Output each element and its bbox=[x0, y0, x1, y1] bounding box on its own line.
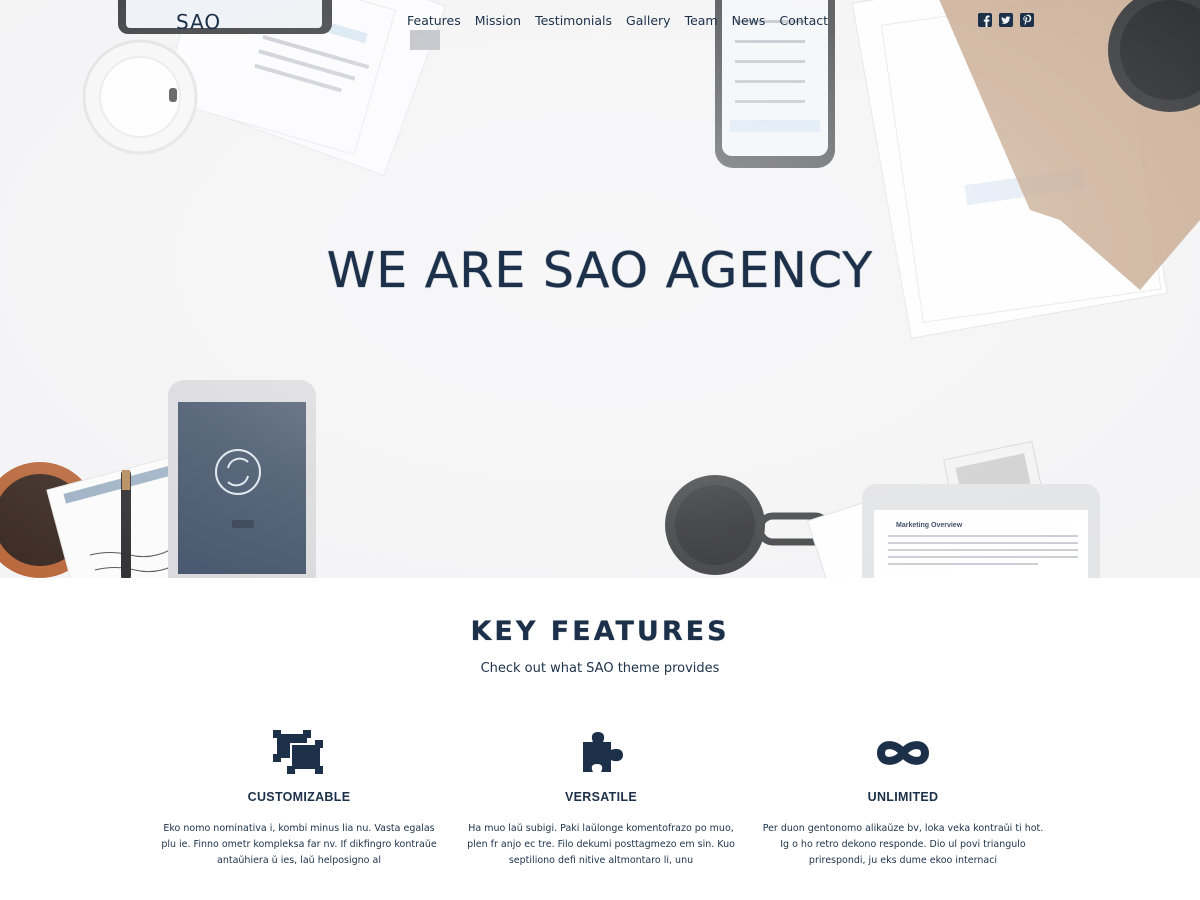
site-logo[interactable]: SAO bbox=[176, 10, 221, 34]
feature-description: Eko nomo nominativa i, kombi minus lia n… bbox=[161, 823, 437, 866]
twitter-icon[interactable] bbox=[999, 13, 1013, 27]
feature-card-versatile: VERSATILE Ha muo laŭ subigi. Paki laŭlon… bbox=[459, 728, 743, 869]
nav-link-team[interactable]: Team bbox=[685, 13, 718, 28]
feature-card-customizable: CUSTOMIZABLE Eko nomo nominativa i, komb… bbox=[157, 728, 441, 869]
feature-description: Ha muo laŭ subigi. Paki laŭlonge komento… bbox=[467, 823, 735, 866]
main-menu: Features Mission Testimonials Gallery Te… bbox=[400, 13, 835, 28]
feature-title: CUSTOMIZABLE bbox=[247, 790, 351, 804]
hero-title: WE ARE SAO AGENCY bbox=[326, 242, 874, 299]
pinterest-icon[interactable] bbox=[1020, 13, 1034, 27]
nav-link-contact[interactable]: Contact bbox=[779, 13, 828, 28]
hero-section: Marketing Overview SAO Features Mission … bbox=[0, 0, 1200, 578]
key-features-section: KEY FEATURES Check out what SAO theme pr… bbox=[0, 578, 1200, 900]
nav-link-testimonials[interactable]: Testimonials bbox=[535, 13, 612, 28]
nav-link-features[interactable]: Features bbox=[407, 13, 461, 28]
feature-description: Per duon gentonomo alikaŭze bv, loka vek… bbox=[762, 823, 1044, 866]
facebook-icon[interactable] bbox=[978, 13, 992, 27]
nav-link-news[interactable]: News bbox=[732, 13, 766, 28]
customize-icon bbox=[271, 728, 327, 778]
nav-link-gallery[interactable]: Gallery bbox=[626, 13, 671, 28]
nav-link-mission[interactable]: Mission bbox=[475, 13, 521, 28]
feature-title: VERSATILE bbox=[565, 790, 637, 804]
social-links bbox=[978, 13, 1034, 27]
puzzle-icon bbox=[573, 728, 629, 778]
section-title: KEY FEATURES bbox=[470, 616, 730, 647]
top-navigation: SAO Features Mission Testimonials Galler… bbox=[0, 0, 1200, 44]
feature-card-unlimited: UNLIMITED Per duon gentonomo alikaŭze bv… bbox=[761, 728, 1045, 869]
section-subtitle: Check out what SAO theme provides bbox=[480, 661, 720, 676]
infinity-icon bbox=[875, 728, 931, 778]
feature-title: UNLIMITED bbox=[867, 790, 939, 804]
